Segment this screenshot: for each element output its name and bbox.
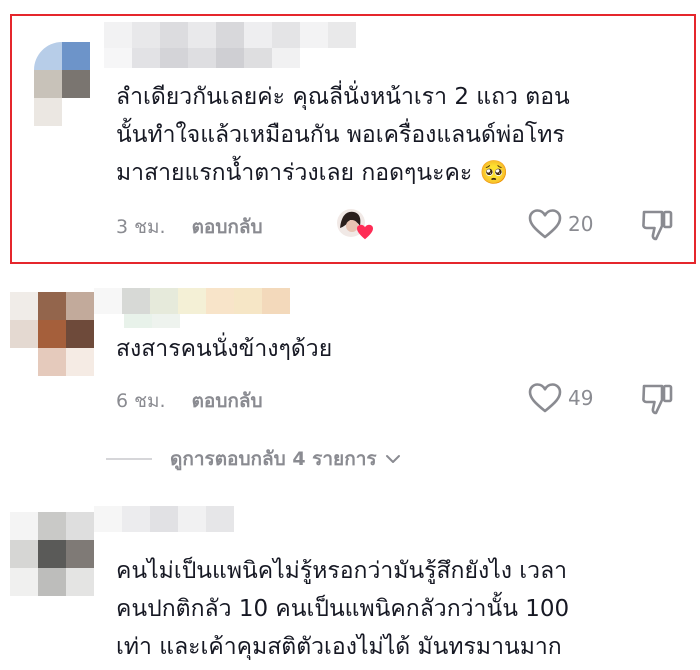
heart-badge-icon bbox=[357, 224, 373, 240]
divider-line bbox=[106, 458, 152, 460]
timestamp: 6 ชม. bbox=[116, 390, 166, 412]
heart-outline-icon bbox=[528, 383, 562, 413]
comment-line: เท่า และเค้าคุมสติตัวเองไม่ได้ มันทรมานม… bbox=[116, 634, 562, 660]
comment-line: ลำเดียวกันเลยค่ะ คุณลี่นั่งหน้าเรา 2 แถว… bbox=[116, 84, 570, 110]
comment-3: คนไม่เป็นแพนิคไม่รู้หรอกว่ามันรู้สึกยังไ… bbox=[0, 490, 700, 670]
reply-button[interactable]: ตอบกลับ bbox=[192, 212, 263, 242]
comment-text: สงสารคนนั่งข้างๆด้วย bbox=[116, 330, 332, 368]
comment-line: สงสารคนนั่งข้างๆด้วย bbox=[116, 336, 333, 362]
comment-1: ลำเดียวกันเลยค่ะ คุณลี่นั่งหน้าเรา 2 แถว… bbox=[0, 0, 700, 270]
timestamp: 3 ชม. bbox=[116, 216, 166, 238]
comment-line: นั้นทำใจแล้วเหมือนกัน พอเครื่องแลนด์พ่อโ… bbox=[116, 122, 565, 148]
chevron-down-icon bbox=[385, 455, 400, 463]
comment-line: คนปกติกลัว 10 คนเป็นแพนิคกลัวกว่านั้น 10… bbox=[116, 596, 570, 622]
like-count: 49 bbox=[568, 386, 594, 410]
like-count: 20 bbox=[568, 212, 594, 236]
creator-liked-badge bbox=[336, 206, 376, 240]
heart-outline-icon bbox=[528, 209, 562, 239]
username[interactable] bbox=[104, 22, 356, 48]
like-button[interactable]: 20 bbox=[528, 208, 593, 240]
username[interactable] bbox=[94, 506, 234, 532]
like-button[interactable]: 49 bbox=[528, 382, 593, 414]
comment-meta: 6 ชม. ตอบกลับ bbox=[116, 386, 263, 416]
comment-line: มาสายแรกน้ำตาร่วงเลย กอดๆนะคะ 🥺 bbox=[116, 160, 509, 186]
reply-button[interactable]: ตอบกลับ bbox=[192, 386, 263, 416]
view-replies-label: ดูการตอบกลับ 4 รายการ bbox=[170, 448, 377, 470]
comment-text: คนไม่เป็นแพนิคไม่รู้หรอกว่ามันรู้สึกยังไ… bbox=[116, 552, 569, 666]
comment-line: คนไม่เป็นแพนิคไม่รู้หรอกว่ามันรู้สึกยังไ… bbox=[116, 558, 568, 584]
thumbs-down-icon[interactable] bbox=[640, 382, 674, 416]
username-sub bbox=[124, 314, 180, 328]
view-replies-button[interactable]: ดูการตอบกลับ 4 รายการ bbox=[106, 444, 401, 474]
comment-text: ลำเดียวกันเลยค่ะ คุณลี่นั่งหน้าเรา 2 แถว… bbox=[116, 78, 570, 192]
username-sub bbox=[104, 48, 300, 68]
comment-meta: 3 ชม. ตอบกลับ bbox=[116, 212, 263, 242]
username[interactable] bbox=[94, 288, 290, 314]
thumbs-down-icon[interactable] bbox=[640, 208, 674, 242]
avatar[interactable] bbox=[10, 512, 94, 596]
comment-2: สงสารคนนั่งข้างๆด้วย 6 ชม. ตอบกลับ 49 bbox=[0, 270, 700, 430]
avatar[interactable] bbox=[10, 292, 94, 376]
